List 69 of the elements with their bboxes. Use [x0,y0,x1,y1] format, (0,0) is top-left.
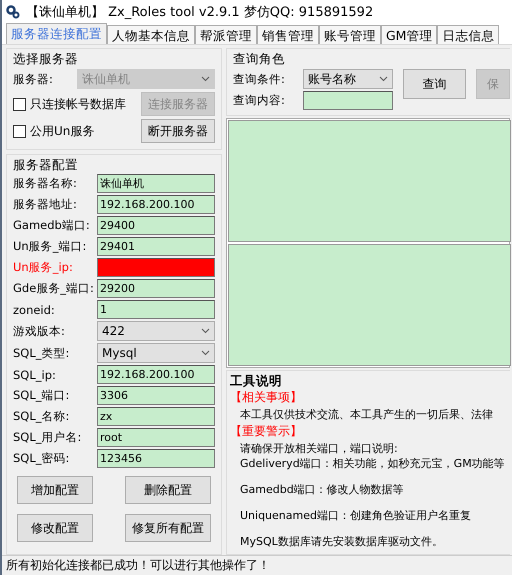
section-heading: 【重要警示】 [230,423,303,440]
field-label: SQL_类型: [13,346,70,360]
chevron-down-icon [379,76,388,82]
input-field[interactable]: 123456 [97,449,215,468]
condition-dropdown[interactable]: 账号名称 [303,69,393,89]
group-title: 查询角色 [233,51,286,66]
tab[interactable]: 销售管理 [257,25,319,44]
input-field[interactable]: 192.168.200.100 [97,365,215,384]
query-button[interactable]: 查询 [403,69,466,99]
info-text: Gamedbd端口：修改人物数据等 [239,482,405,497]
info-text: Uniquenamed端口：创建角色验证用户名重复 [239,508,472,523]
info-text: Gdeliveryd端口：相关功能，如秒充元宝，GM功能等 [239,456,504,471]
server-button[interactable]: 断开服务器 [141,119,215,143]
input-field[interactable]: 192.168.200.100 [97,195,215,214]
input-field[interactable]: zx [97,407,215,426]
input-field[interactable]: 诛仙单机 [97,174,215,193]
field-label: 查询内容: [233,93,286,108]
input-field[interactable] [303,91,393,110]
checkbox-label: 公用Un服务 [30,122,94,140]
field-label: 服务器: [13,72,54,86]
field-label: Un服务_端口: [13,239,88,254]
input-field[interactable]: 29200 [97,279,215,298]
config-button[interactable]: 修改配置 [17,514,93,542]
input-field[interactable]: 29400 [97,216,215,235]
info-text: MySQL数据库请先安装数据库驱动文件。 [239,534,444,549]
status-text: 所有初始化连接都已成功！可以进行其他操作了！ [2,555,512,575]
input-field[interactable]: 3306 [97,386,215,405]
field-label: Un服务_ip: [13,260,74,275]
input-field[interactable]: 29401 [97,237,215,256]
group-title: 选择服务器 [13,51,79,66]
tab[interactable]: 人物基本信息 [107,25,195,44]
group-title: 服务器配置 [13,157,79,172]
tab[interactable]: 日志信息 [437,25,500,44]
tab[interactable]: 帮派管理 [195,25,257,44]
chevron-down-icon [201,328,210,334]
field-label: SQL_密码: [13,451,70,466]
checkbox-label: 只连接帐号数据库 [30,96,126,112]
config-button[interactable]: 删除配置 [125,476,211,504]
field-label: 查询条件: [233,72,286,86]
window-title: 【诛仙单机】 Zx_Roles tool v2.9.1 梦仿QQ: 915891592 [26,4,374,21]
field-label: zoneid: [13,302,56,316]
field-label: SQL_名称: [13,409,70,424]
config-button[interactable]: 修复所有配置 [125,514,211,542]
field-label: 服务器名称: [13,176,78,191]
input-field[interactable]: 1 [97,300,215,319]
tab[interactable]: 账号管理 [319,25,381,44]
field-label: Gde服务_端口: [13,281,93,296]
chevron-down-icon [201,350,210,356]
info-text: 请确保开放相关端口，端口说明: [239,441,399,456]
checkbox[interactable] [13,124,26,138]
tab[interactable]: GM管理 [381,25,438,44]
field-label: 服务器地址: [13,197,78,212]
field-label: SQL_ip: [13,368,57,382]
chevron-down-icon [201,76,210,82]
gears-icon [6,5,20,19]
config-button[interactable]: 增加配置 [17,476,93,504]
tab[interactable]: 服务器连接配置 [6,23,107,44]
input-field[interactable]: root [97,428,215,447]
dropdown[interactable]: Mysql [97,343,215,363]
checkbox[interactable] [13,98,26,110]
info-text: 本工具仅供技术交流、本工具产生的一切后果、法律 [239,407,494,422]
section-heading: 【相关事项】 [230,389,303,406]
dropdown[interactable]: 422 [97,321,215,341]
field-label: 游戏版本: [13,324,66,338]
field-label: Gamedb端口: [13,218,91,233]
input-field[interactable] [97,258,215,277]
field-label: SQL_用户名: [13,430,82,445]
group-title: 工具说明 [230,373,283,388]
field-label: SQL_端口: [13,388,70,403]
